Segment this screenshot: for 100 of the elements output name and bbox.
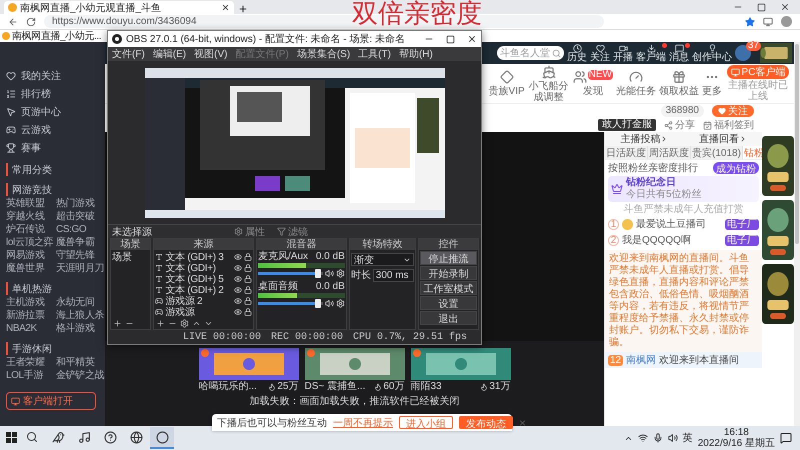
maximize-icon[interactable] bbox=[757, 2, 766, 12]
stream-title[interactable]: DS~ 震捕鱼... bbox=[304, 381, 366, 393]
lock-icon[interactable] bbox=[244, 274, 252, 282]
lock-icon[interactable] bbox=[244, 308, 252, 316]
clock[interactable]: 16:18 2022/9/16 星期五 bbox=[698, 427, 775, 449]
join-button[interactable]: 成为钻粉 bbox=[713, 162, 759, 174]
category-link[interactable]: 超击突破 bbox=[56, 211, 104, 223]
maximize-icon[interactable] bbox=[446, 34, 455, 44]
add-icon[interactable] bbox=[156, 319, 166, 328]
menu-item[interactable]: 更多 bbox=[702, 70, 722, 97]
header-link[interactable]: 消息 bbox=[669, 44, 689, 62]
duration-field[interactable]: 300 ms bbox=[372, 268, 414, 282]
gear-icon[interactable] bbox=[336, 269, 345, 278]
menu-item[interactable]: 帮助(H) bbox=[398, 47, 433, 61]
star-icon[interactable] bbox=[745, 16, 755, 26]
profile-icon[interactable] bbox=[781, 16, 792, 27]
share-link[interactable]: 分享 bbox=[664, 118, 695, 132]
refresh-icon[interactable] bbox=[26, 16, 36, 26]
stream-title[interactable]: 雨陌33 bbox=[410, 381, 442, 393]
header-link[interactable]: 客户端 bbox=[636, 44, 666, 62]
windows-icon[interactable] bbox=[6, 432, 18, 444]
volume-icon[interactable] bbox=[324, 269, 334, 278]
menu-item[interactable]: 工具(T) bbox=[358, 47, 391, 61]
category-link[interactable]: lol云顶之弈 bbox=[6, 237, 54, 249]
browser-tab[interactable]: 南枫网直播_小幼元观直播_斗鱼 bbox=[4, 1, 234, 14]
sidebar-item[interactable]: 我的关注 bbox=[6, 68, 101, 84]
category-link[interactable]: 炉石传说 bbox=[6, 224, 54, 236]
header-link[interactable]: 开播 bbox=[613, 44, 633, 62]
sidebar-item[interactable]: 排行榜 bbox=[6, 86, 101, 102]
header-link[interactable]: 历史 bbox=[567, 44, 587, 62]
control-button[interactable]: 停止推流 bbox=[420, 251, 477, 265]
source-item[interactable]: 文本 (GDI+) 3 bbox=[165, 250, 232, 264]
control-button[interactable]: 设置 bbox=[420, 296, 477, 310]
promo-banner[interactable]: 敢人打金服 bbox=[598, 119, 656, 131]
lock-icon[interactable] bbox=[244, 264, 252, 272]
menu-item[interactable]: NEW 发现 bbox=[572, 70, 613, 97]
panel-tab[interactable]: 日活跃度 bbox=[605, 146, 648, 159]
close-icon[interactable] bbox=[467, 34, 477, 44]
menu-item[interactable]: 场景集合(S) bbox=[296, 47, 350, 61]
eye-icon[interactable] bbox=[234, 274, 242, 282]
category-link[interactable]: NBA2K bbox=[6, 323, 54, 335]
volume-icon[interactable] bbox=[324, 299, 334, 308]
category-link[interactable]: LOL手游 bbox=[6, 370, 54, 382]
scene-item[interactable]: 场景 bbox=[112, 251, 150, 262]
category-link[interactable]: 格斗游戏 bbox=[56, 323, 104, 335]
category-link[interactable]: 守望先锋 bbox=[56, 250, 104, 262]
open-client-button[interactable]: 客户端打开 bbox=[6, 392, 96, 410]
volume-slider[interactable] bbox=[258, 302, 323, 305]
category-link[interactable]: 网易游戏 bbox=[6, 250, 54, 262]
menu-item[interactable]: 光能任务 bbox=[616, 70, 656, 97]
header-link[interactable]: 创作中心 bbox=[692, 44, 732, 62]
eye-icon[interactable] bbox=[234, 296, 242, 304]
menu-item[interactable]: 贵族VIP bbox=[488, 70, 525, 97]
eye-icon[interactable] bbox=[234, 252, 242, 260]
source-button[interactable]: 滤镜 bbox=[277, 224, 308, 238]
transition-select[interactable]: 渐变 bbox=[350, 253, 414, 266]
category-link[interactable]: 主机游戏 bbox=[6, 297, 54, 309]
header-link[interactable]: 关注 bbox=[590, 44, 610, 62]
taskbar-app[interactable] bbox=[150, 427, 174, 449]
eye-icon[interactable] bbox=[234, 308, 242, 316]
category-link[interactable]: CS:GO bbox=[56, 224, 104, 236]
eye-icon[interactable] bbox=[234, 264, 242, 272]
add-icon[interactable] bbox=[113, 318, 122, 328]
gear-icon[interactable] bbox=[180, 319, 190, 328]
volume-icon[interactable] bbox=[668, 433, 678, 443]
category-link[interactable]: 英雄联盟 bbox=[6, 198, 54, 210]
close-icon[interactable] bbox=[221, 3, 230, 12]
lock-icon[interactable] bbox=[244, 252, 252, 260]
category-link[interactable]: 热门游戏 bbox=[56, 198, 104, 210]
monitor-icon[interactable] bbox=[763, 16, 773, 26]
control-button[interactable]: 退出 bbox=[420, 311, 477, 325]
sidebar-item[interactable]: 页游中心 bbox=[6, 104, 101, 120]
panel-link[interactable]: 直播回看 bbox=[698, 132, 747, 146]
category-link[interactable]: 金铲铲之战 bbox=[56, 370, 104, 382]
volume-slider[interactable] bbox=[258, 272, 323, 275]
category-link[interactable]: 和平精英 bbox=[56, 357, 104, 369]
source-item[interactable]: 游戏源 bbox=[165, 304, 232, 318]
menu-item[interactable]: 视图(V) bbox=[194, 47, 228, 61]
sidebar-item[interactable]: 赛事 bbox=[6, 140, 101, 156]
category-link[interactable]: 魔兽争霸 bbox=[56, 237, 104, 249]
control-button[interactable]: 工作室模式 bbox=[420, 281, 477, 295]
message-icon[interactable] bbox=[780, 432, 792, 444]
menu-item[interactable]: 文件(F) bbox=[112, 47, 145, 61]
eye-icon[interactable] bbox=[234, 286, 242, 294]
down-icon[interactable] bbox=[204, 319, 214, 328]
category-link[interactable]: 魔兽世界 bbox=[6, 263, 54, 275]
category-link[interactable]: 海上狼人杀 bbox=[56, 310, 104, 322]
new-tab-icon[interactable] bbox=[238, 4, 248, 14]
category-link[interactable]: 穿越火线 bbox=[6, 211, 54, 223]
sidebar-item[interactable]: 云游戏 bbox=[6, 122, 101, 138]
gear-icon[interactable] bbox=[336, 299, 345, 308]
stream-title[interactable]: 哈喝玩乐的... bbox=[198, 381, 257, 393]
category-link[interactable]: 天涯明月刀 bbox=[56, 263, 104, 275]
control-button[interactable]: 开始录制 bbox=[420, 266, 477, 280]
panel-tab[interactable]: 贵宾(1018) bbox=[691, 146, 743, 159]
category-link[interactable]: 王者荣耀 bbox=[6, 357, 54, 369]
lock-icon[interactable] bbox=[244, 286, 252, 294]
up-icon[interactable] bbox=[192, 319, 202, 328]
close-icon[interactable] bbox=[780, 2, 790, 12]
microphone-icon[interactable] bbox=[652, 433, 663, 443]
